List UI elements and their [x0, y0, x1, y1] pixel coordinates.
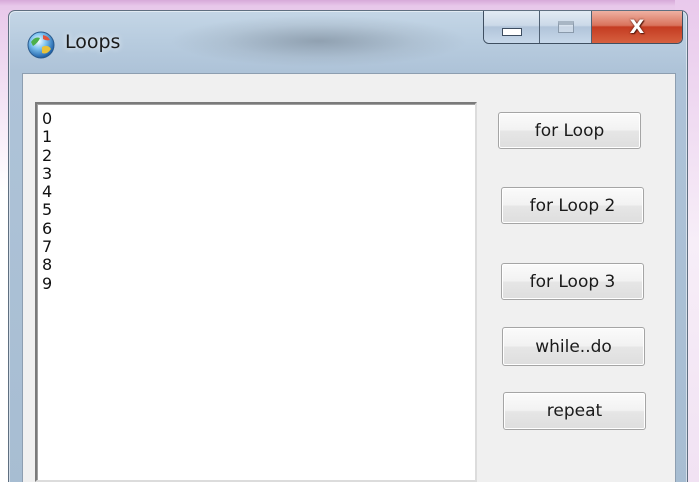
application-globe-icon — [27, 31, 55, 59]
for-loop-button[interactable]: for Loop — [498, 112, 641, 149]
client-area: 0 1 2 3 4 5 6 7 8 9 for Loop for Loop 2 … — [22, 73, 676, 482]
list-item[interactable]: 7 — [42, 237, 475, 256]
for-loop-2-button[interactable]: for Loop 2 — [501, 187, 644, 224]
list-item[interactable]: 2 — [42, 146, 475, 165]
list-item[interactable]: 0 — [42, 109, 475, 128]
list-item[interactable]: 6 — [42, 219, 475, 238]
maximize-button[interactable] — [540, 11, 592, 43]
minimize-icon — [501, 28, 522, 36]
list-item[interactable]: 9 — [42, 274, 475, 293]
while-do-button[interactable]: while..do — [502, 327, 645, 366]
loops-window: Loops X 0 1 2 3 4 5 6 7 8 9 for Loop for… — [8, 10, 688, 482]
repeat-button[interactable]: repeat — [503, 392, 646, 430]
list-item[interactable]: 4 — [42, 182, 475, 201]
list-item[interactable]: 5 — [42, 201, 475, 220]
list-item[interactable]: 1 — [42, 127, 475, 146]
output-listbox[interactable]: 0 1 2 3 4 5 6 7 8 9 — [35, 102, 477, 482]
minimize-button[interactable] — [484, 11, 540, 43]
titlebar-glow — [169, 15, 469, 67]
caption-buttons: X — [483, 11, 683, 44]
list-item[interactable]: 8 — [42, 256, 475, 275]
maximize-icon — [557, 21, 574, 33]
window-title: Loops — [65, 31, 121, 53]
for-loop-3-button[interactable]: for Loop 3 — [501, 263, 644, 300]
list-item[interactable]: 3 — [42, 164, 475, 183]
close-button[interactable]: X — [592, 11, 682, 43]
close-icon: X — [629, 16, 645, 38]
